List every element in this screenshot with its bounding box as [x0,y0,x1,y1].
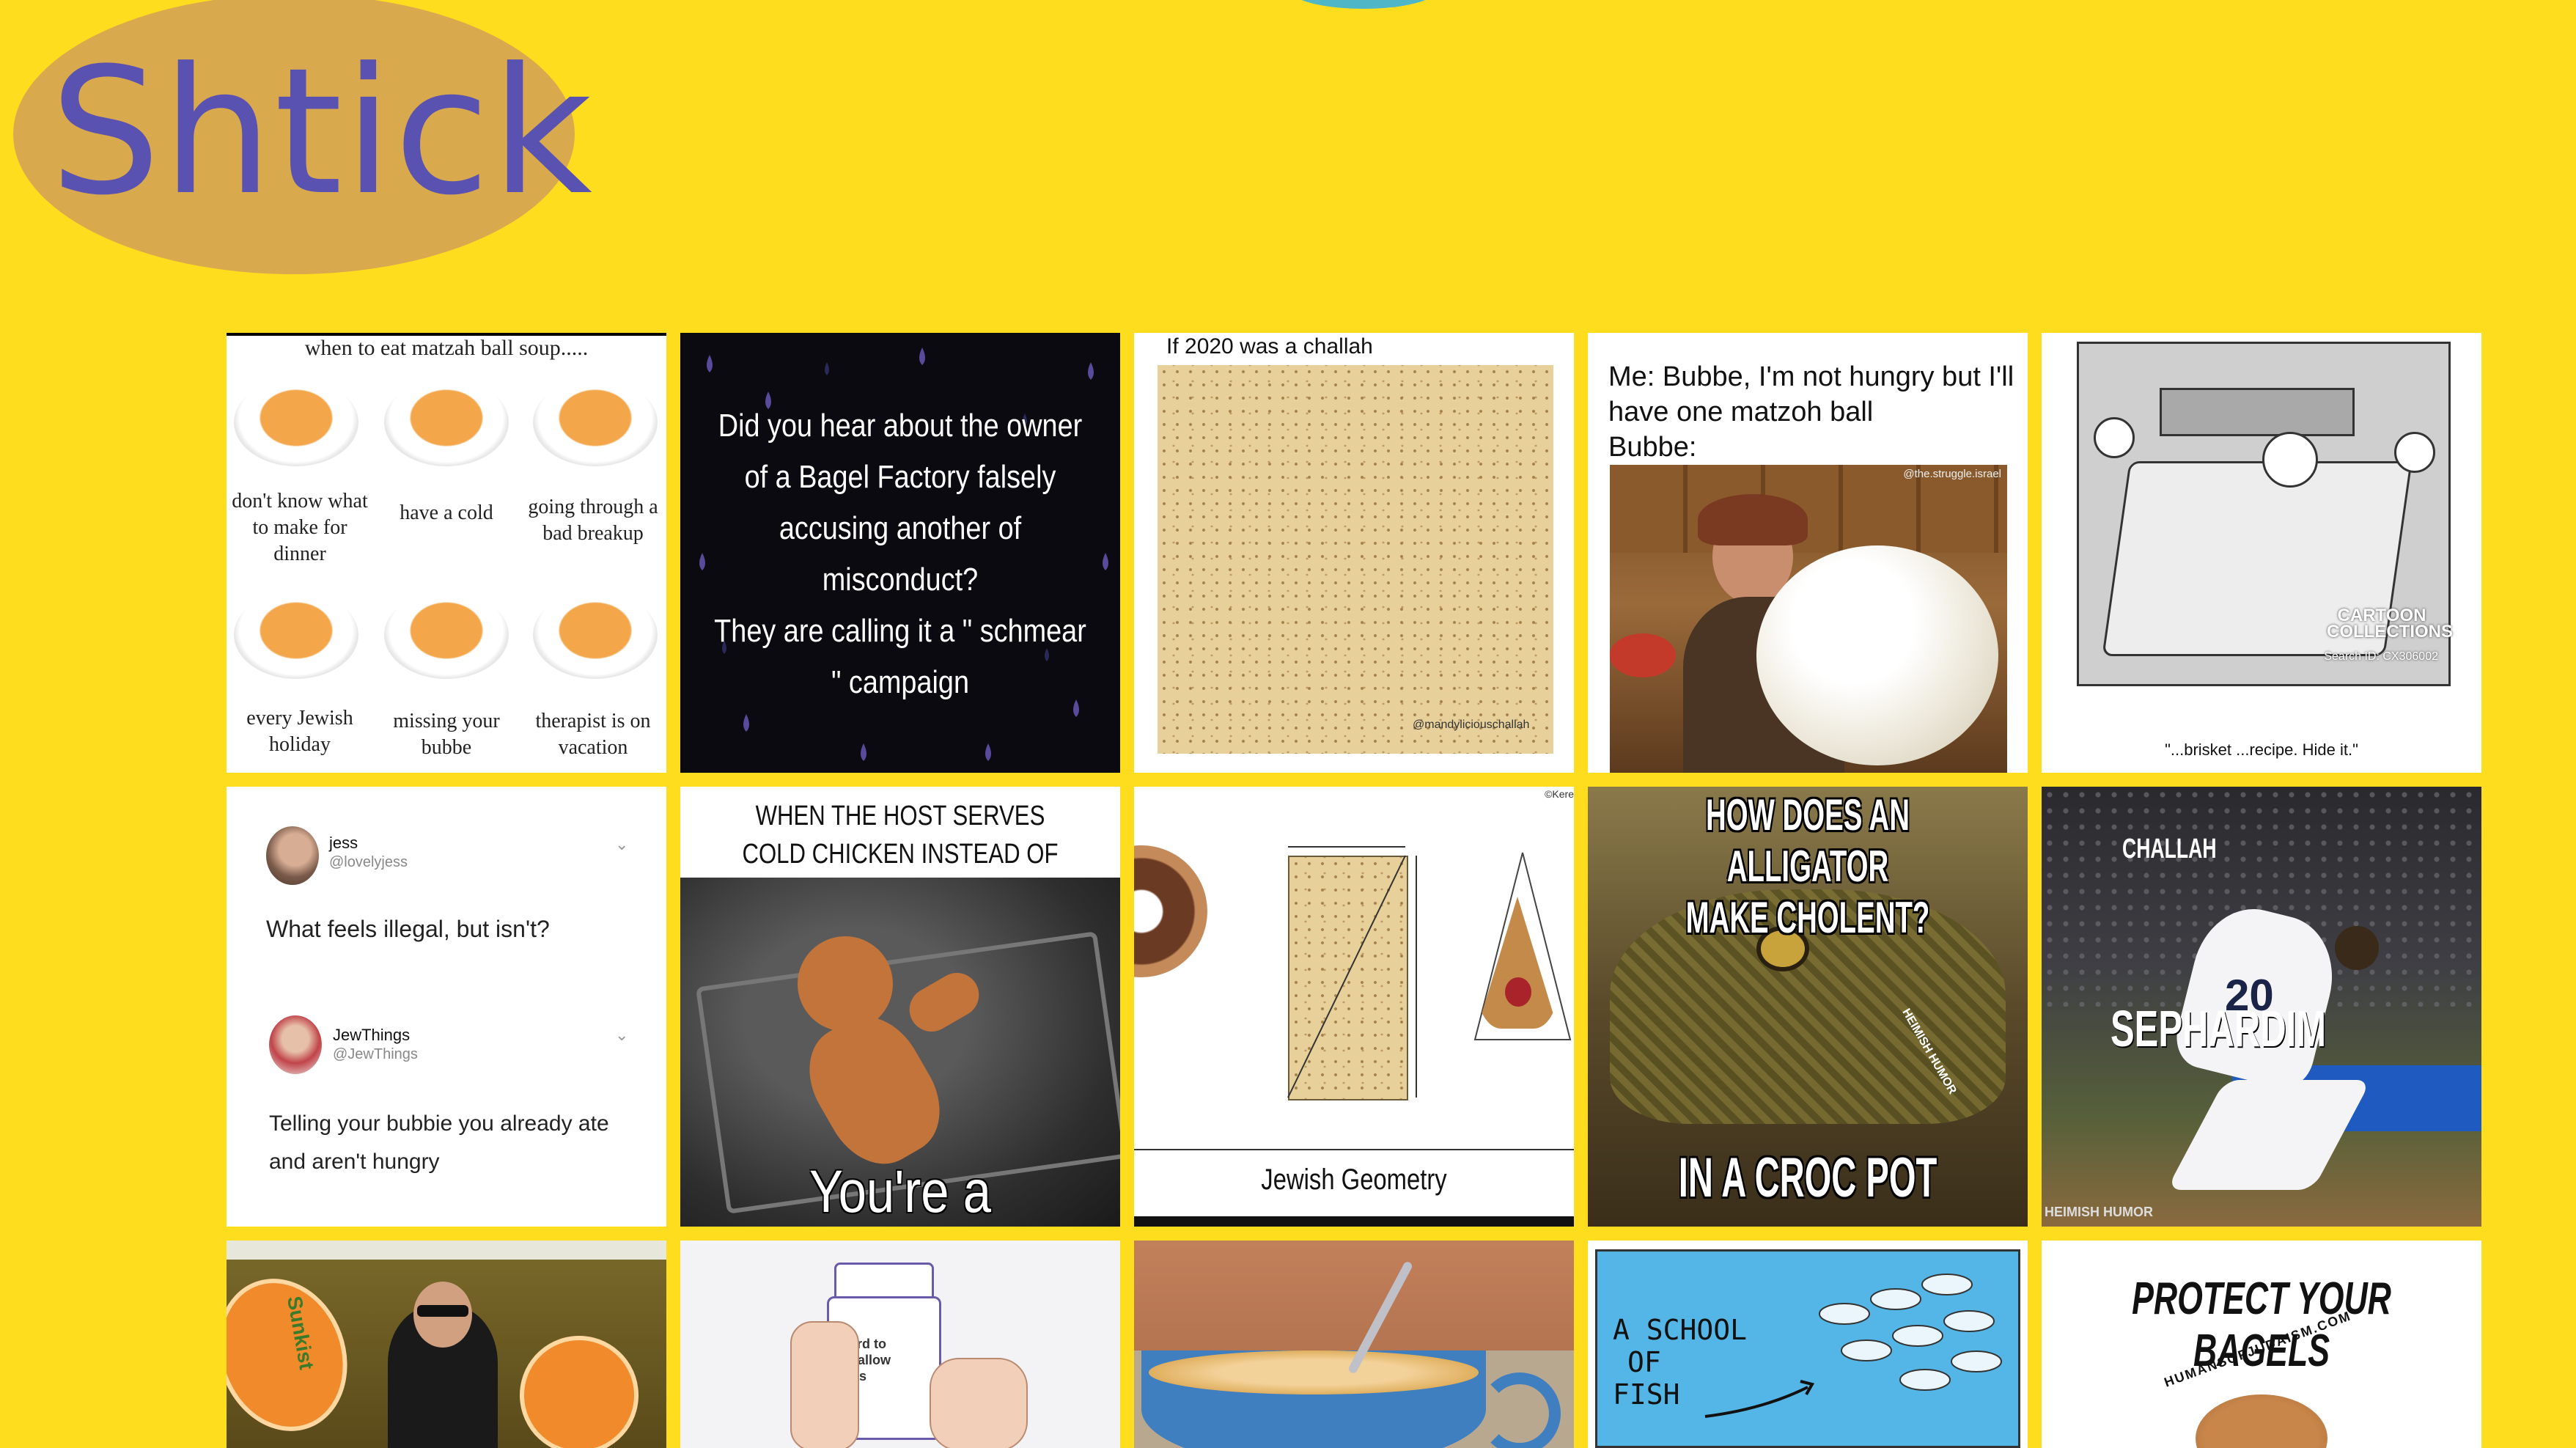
cartoon-caption: "...brisket ...recipe. Hide it." [2165,740,2358,759]
soup-label: don't know what to make for dinner [232,490,368,565]
meme-title: If 2020 was a challah [1166,334,1373,359]
meme-tile-school-of-fish[interactable]: A SCHOOL OF FISH [1588,1241,2028,1448]
meme-tile-alligator[interactable]: HOW DOES AN ALLIGATOR MAKE CHOLENT? HEIM… [1588,787,2028,1227]
meme-label: SEPHARDIM [2111,1000,2327,1057]
sunkist-drink [506,1322,652,1448]
soup-bowl-image [533,378,658,466]
soup-bowl-image [234,591,358,679]
tweet-text: Telling your bubbie you already ate and … [269,1111,609,1174]
watermark: HEIMISH HUMOR [2045,1205,2153,1219]
visitor [2394,432,2435,473]
soup-bowl-image [234,378,358,466]
soup-label: missing your bubbe [393,710,500,759]
bowl-handle [1479,1372,1561,1448]
meme-tile-protect-bagels[interactable]: PROTECT YOUR BAGELS HUMANSOFJUDAISM.COM [2042,1241,2481,1448]
meme-label: CHALLAH [2122,834,2217,864]
tweet-user-name[interactable]: JewThings [333,1026,410,1045]
matzo-image [1158,365,1553,754]
hand [790,1321,859,1448]
avatar[interactable] [266,826,319,885]
meme-tile-soup-bowl[interactable] [1134,1241,1574,1448]
meme-tile-matzah-soup[interactable]: when to eat matzah ball soup..... don't … [227,333,666,773]
meme-tile-brisket-cartoon[interactable]: CARTOON COLLECTIONS Search ID: CX306002 … [2042,333,2481,773]
soup-label: going through a bad breakup [528,496,658,545]
tweet-text: What feels illegal, but isn't? [266,916,550,942]
meme-tile-jewish-geometry[interactable]: ©Kere Jewish Geometry [1134,787,1574,1227]
image-credit: @the.struggle.israel [1903,468,2001,480]
soup-bowl-image [384,378,509,466]
meme-title: when to eat matzah ball soup..... [304,336,589,360]
soup-label: have a cold [400,501,493,524]
meme-caption: Jewish Geometry [1261,1164,1447,1196]
apples [1610,633,1676,677]
meme-tile-matzoh-ball[interactable]: Me: Bubbe, I'm not hungry but I'll have … [1588,333,2028,773]
watermark: CARTOON COLLECTIONS [2327,606,2453,642]
wall-picture [2160,388,2355,436]
grandma-photo: @the.struggle.israel [1610,465,2007,773]
tweet-user-handle[interactable]: @lovelyjess [329,854,408,871]
fish-school [1704,1274,2002,1418]
meme-title: PROTECT YOUR BAGELS [2132,1274,2391,1376]
soup-bowl-image [384,591,509,679]
old-man [2262,432,2318,488]
meme-text: Did you hear about the owner of a Bagel … [714,408,1086,700]
hand [930,1358,1028,1448]
meme-tile-baseball[interactable]: 20 CHALLAH SEPHARDIM HEIMISH HUMOR [2042,787,2481,1227]
relative [2094,417,2135,458]
meme-tile-tweet[interactable]: jess @lovelyjess ⌄ What feels illegal, b… [227,787,666,1227]
pitcher-legs [2166,1080,2371,1190]
hair [1698,494,1808,545]
meme-tile-challah-2020[interactable]: If 2020 was a challah @mandyliciouschall… [1134,333,1574,773]
meme-top-text: HOW DOES AN ALLIGATOR MAKE CHOLENT? [1685,790,1930,942]
meme-tile-bagel-joke[interactable]: Did you hear about the owner of a Bagel … [680,333,1120,773]
glove [2335,926,2379,970]
cartoon-image: CARTOON COLLECTIONS Search ID: CX306002 [2077,342,2453,686]
giant-matzoh-ball [1756,545,1998,765]
logo-text[interactable]: Shtick [50,45,594,220]
noodle-soup [1149,1350,1479,1394]
soup-label: therapist is on vacation [535,710,651,759]
gingerbread-head [798,936,893,1032]
meme-tile-pills[interactable]: Hard to swallow pills [680,1241,1120,1448]
meme-tile-host-cholent[interactable]: WHEN THE HOST SERVES COLD CHICKEN INSTEA… [680,787,1120,1227]
chevron-down-icon[interactable]: ⌄ [615,835,628,854]
avatar[interactable] [269,1015,322,1074]
decorative-blob [1290,0,1437,9]
chevron-down-icon[interactable]: ⌄ [615,1026,628,1045]
meme-text: Me: Bubbe, I'm not hungry but I'll have … [1608,361,2014,463]
tweet-user-name[interactable]: jess [329,834,358,853]
bagel-image [2196,1394,2327,1448]
search-id: Search ID: CX306002 [2324,650,2438,663]
meme-bottom-text: You're a monster! [809,1158,992,1225]
meme-tile-matrix[interactable]: Sunkist [227,1241,666,1448]
image-credit: @mandyliciouschallah [1413,719,1530,731]
soup-label: every Jewish holiday [246,707,353,756]
tweet-user-handle[interactable]: @JewThings [333,1046,418,1063]
sunglasses [417,1305,468,1317]
soup-bowl-image [533,591,658,679]
meme-bottom-text: IN A CROC POT [1678,1147,1937,1209]
